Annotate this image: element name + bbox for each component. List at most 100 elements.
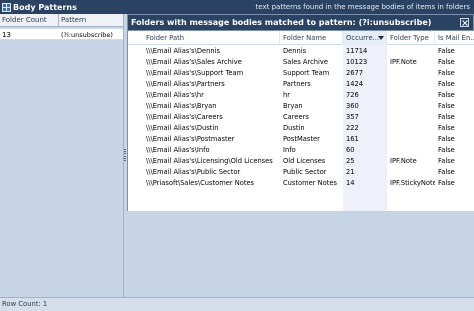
pattern-cell: (?i:unsubscribe) — [61, 31, 113, 39]
folder-path-cell: \\\Email Alias's\Sales Archive — [146, 58, 242, 66]
folder-path-cell: \\\Email Alias's\Postmaster — [146, 135, 235, 143]
is-mail-enabled-cell: False — [438, 157, 455, 165]
occurrences-cell: 1424 — [346, 80, 364, 88]
table-row[interactable]: \\\Email Alias's\Sales Archive Sales Arch… — [128, 57, 474, 68]
folders-panel-title-text: Folders with message bodies matched to p… — [131, 18, 432, 27]
folder-type-cell: IPF.StickyNote — [390, 179, 435, 187]
occurrences-cell: 357 — [346, 113, 359, 121]
is-mail-enabled-cell: False — [438, 47, 455, 55]
table-row[interactable]: \\\Email Alias's\Dennis Dennis 11714 False — [128, 46, 474, 57]
folder-path-cell: \\\Email Alias's\Bryan — [146, 102, 217, 110]
table-row[interactable]: \\\Email Alias's\hr hr 726 False — [128, 90, 474, 101]
folder-name-cell: Bryan — [283, 102, 303, 110]
column-header-pattern[interactable]: Pattern — [59, 14, 123, 27]
folder-path-cell: \\\Email Alias's\Licensing\Old Licenses — [146, 157, 273, 165]
folder-name-cell: Customer Notes — [283, 179, 337, 187]
folder-path-cell: \\\Email Alias's\Dustin — [146, 124, 219, 132]
table-row[interactable]: \\\Email Alias's\Licensing\Old Licenses O… — [128, 156, 474, 167]
is-mail-enabled-cell: False — [438, 135, 455, 143]
folder-name-cell: PostMaster — [283, 135, 320, 143]
is-mail-enabled-cell: False — [438, 102, 455, 110]
occurrences-cell: 161 — [346, 135, 359, 143]
table-row[interactable]: \\\Email Alias's\Dustin Dustin 222 False — [128, 123, 474, 134]
folder-name-cell: Dennis — [283, 47, 307, 55]
folder-name-cell: Sales Archive — [283, 58, 328, 66]
folder-path-cell: \\\Email Alias's\Public Sector — [146, 168, 241, 176]
occurrences-cell: 14 — [346, 179, 355, 187]
folders-grid: Folder Path Folder Name Occurre... Folde… — [127, 31, 474, 211]
table-row[interactable]: \\\Email Alias's\Partners Partners 1424 Fal… — [128, 79, 474, 90]
folders-panel-title: Folders with message bodies matched to p… — [127, 14, 474, 31]
is-mail-enabled-cell: False — [438, 146, 455, 154]
folder-type-cell — [387, 134, 435, 145]
is-mail-enabled-cell: False — [438, 113, 455, 121]
sort-descending-icon — [378, 36, 384, 40]
is-mail-enabled-cell: False — [438, 168, 455, 176]
column-header-folder-name[interactable]: Folder Name — [280, 31, 343, 45]
is-mail-enabled-cell: False — [438, 80, 455, 88]
status-bar: Row Count: 1 — [0, 297, 474, 311]
occurrences-cell: 11714 — [346, 47, 368, 55]
close-icon[interactable] — [460, 18, 469, 27]
table-row[interactable]: 13 (?i:unsubscribe) — [0, 28, 123, 40]
folder-type-cell: IPF.Note — [390, 58, 417, 66]
folder-count-cell: 13 — [2, 31, 11, 39]
table-row[interactable]: \\\Email Alias's\Careers Careers 357 False — [128, 112, 474, 123]
is-mail-enabled-cell: False — [438, 124, 455, 132]
is-mail-enabled-cell: False — [438, 69, 455, 77]
folder-type-cell — [387, 145, 435, 156]
folders-pane: Folders with message bodies matched to p… — [127, 14, 474, 297]
folder-type-cell: IPF.Note — [390, 157, 417, 165]
occurrences-cell: 21 — [346, 168, 355, 176]
column-header-folder-count[interactable]: Folder Count — [0, 14, 59, 27]
occurrences-cell: 10123 — [346, 58, 368, 66]
is-mail-enabled-cell: False — [438, 58, 455, 66]
folder-path-cell: \\\Email Alias's\Partners — [146, 80, 225, 88]
folder-name-cell: Partners — [283, 80, 311, 88]
column-header-folder-path[interactable]: Folder Path — [128, 31, 280, 45]
window-title: Body Patterns — [13, 2, 77, 12]
column-header-folder-type[interactable]: Folder Type — [387, 31, 435, 45]
patterns-grid-header: Folder Count Pattern — [0, 14, 123, 27]
folder-path-cell: \\\Email Alias's\Support Team — [146, 69, 244, 77]
title-bar: Body Patterns text patterns found in the… — [0, 0, 474, 14]
folder-name-cell: Dustin — [283, 124, 305, 132]
folder-type-cell — [387, 90, 435, 101]
folder-name-cell: Public Sector — [283, 168, 327, 176]
column-header-occurrences[interactable]: Occurre... — [343, 31, 387, 45]
folder-type-cell — [387, 112, 435, 123]
table-row[interactable]: \\\Priasoft\Sales\Customer Notes Customer… — [128, 178, 474, 189]
table-row[interactable]: \\\Email Alias's\Bryan Bryan 360 False — [128, 101, 474, 112]
column-header-is-mail-enabled[interactable]: Is Mail En... — [435, 31, 474, 45]
occurrences-cell: 60 — [346, 146, 355, 154]
window-description: text patterns found in the message bodie… — [255, 3, 470, 11]
grid-icon — [1, 2, 11, 12]
folder-name-cell: Old Licenses — [283, 157, 326, 165]
folder-path-cell: \\\Priasoft\Sales\Customer Notes — [146, 179, 255, 187]
occurrences-cell: 25 — [346, 157, 355, 165]
occurrences-cell: 360 — [346, 102, 359, 110]
folder-name-cell: hr — [283, 91, 290, 99]
row-count-label: Row Count: 1 — [2, 300, 48, 308]
folder-path-cell: \\\Email Alias's\hr — [146, 91, 204, 99]
is-mail-enabled-cell: False — [438, 179, 455, 187]
table-row[interactable]: \\\Email Alias's\Info Info 60 False — [128, 145, 474, 156]
folder-path-cell: \\\Email Alias's\Info — [146, 146, 210, 154]
patterns-pane: Folder Count Pattern 13 (?i:unsubscribe) — [0, 14, 123, 297]
table-row[interactable]: \\\Email Alias's\Postmaster PostMaster 161… — [128, 134, 474, 145]
folder-name-cell: Careers — [283, 113, 309, 121]
folder-path-cell: \\\Email Alias's\Dennis — [146, 47, 220, 55]
folder-type-cell — [387, 123, 435, 134]
column-header-occurrences-label: Occurre... — [346, 34, 380, 42]
occurrences-cell: 222 — [346, 124, 359, 132]
folders-grid-header: Folder Path Folder Name Occurre... Folde… — [128, 31, 474, 45]
is-mail-enabled-cell: False — [438, 91, 455, 99]
table-row[interactable]: \\\Email Alias's\Support Team Support Tea… — [128, 68, 474, 79]
occurrences-cell: 726 — [346, 91, 359, 99]
table-row[interactable]: \\\Email Alias's\Public Sector Public Sec… — [128, 167, 474, 178]
folder-type-cell — [387, 79, 435, 90]
folder-name-cell: Support Team — [283, 69, 330, 77]
folder-type-cell — [387, 167, 435, 178]
folder-name-cell: Info — [283, 146, 296, 154]
folder-type-cell — [387, 101, 435, 112]
